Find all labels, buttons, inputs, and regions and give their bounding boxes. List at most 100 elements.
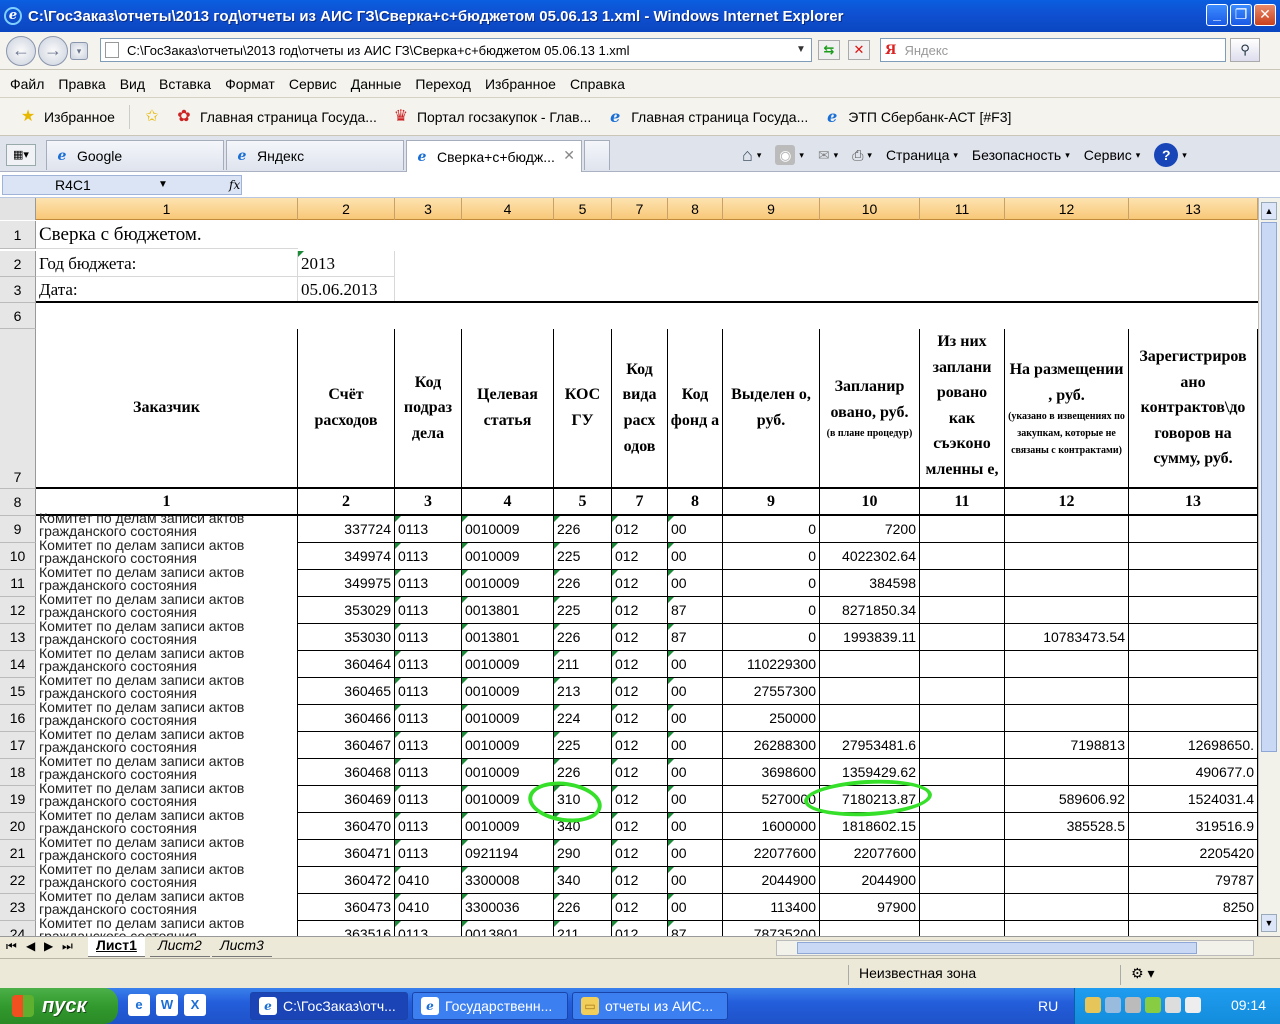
table-cell[interactable]: 226 (554, 624, 612, 651)
table-cell[interactable]: 0010009 (462, 705, 554, 732)
row-header[interactable]: 22 (0, 867, 36, 894)
date-label[interactable]: Дата: (36, 277, 298, 303)
table-cell[interactable] (920, 786, 1005, 813)
horizontal-scrollbar[interactable] (776, 940, 1254, 956)
table-cell[interactable]: 0113 (395, 651, 462, 678)
table-header-cell[interactable]: Выделен о, руб. (723, 329, 820, 489)
column-header[interactable]: 5 (554, 198, 612, 220)
network-icon[interactable] (1105, 997, 1121, 1013)
row-header[interactable]: 3 (0, 277, 36, 303)
table-cell[interactable]: 589606.92 (1005, 786, 1129, 813)
table-cell[interactable]: 353029 (298, 597, 395, 624)
table-cell[interactable]: 0113 (395, 732, 462, 759)
url-input[interactable]: C:\ГосЗаказ\отчеты\2013 год\отчеты из АИ… (100, 38, 812, 62)
table-cell[interactable]: 0113 (395, 678, 462, 705)
table-header-cell[interactable]: Счёт расходов (298, 329, 395, 489)
table-cell[interactable]: 22077600 (820, 840, 920, 867)
table-cell[interactable]: 360468 (298, 759, 395, 786)
table-cell[interactable] (1129, 921, 1258, 936)
stop-button[interactable]: ✕ (848, 40, 870, 60)
table-cell[interactable]: 00 (668, 840, 723, 867)
menu-data[interactable]: Данные (351, 76, 402, 92)
row-header[interactable]: 16 (0, 705, 36, 732)
budget-year-value[interactable]: 2013 (298, 251, 395, 277)
date-value[interactable]: 05.06.2013 (298, 277, 395, 303)
menu-tools[interactable]: Сервис (289, 76, 337, 92)
table-cell[interactable]: 226 (554, 516, 612, 543)
table-header-cell[interactable]: Код подраз дела (395, 329, 462, 489)
sheet-title[interactable]: Сверка с бюджетом. (36, 221, 298, 249)
table-cell[interactable] (1005, 840, 1129, 867)
table-cell[interactable] (1005, 651, 1129, 678)
table-cell[interactable]: 3300036 (462, 894, 554, 921)
table-cell[interactable] (1005, 759, 1129, 786)
row-header[interactable]: 15 (0, 678, 36, 705)
protected-mode-icon[interactable]: ⚙ ▾ (1120, 965, 1154, 985)
row-header[interactable]: 24 (0, 921, 36, 936)
table-cell[interactable]: 012 (612, 759, 668, 786)
table-header-cell[interactable]: На размещении , руб. (указано в извещения… (1005, 329, 1129, 489)
table-cell[interactable]: 0113 (395, 543, 462, 570)
table-cell[interactable]: 0113 (395, 516, 462, 543)
table-cell[interactable]: 7198813 (1005, 732, 1129, 759)
column-header[interactable]: 3 (395, 198, 462, 220)
table-cell[interactable] (1129, 705, 1258, 732)
table-cell[interactable] (1005, 921, 1129, 936)
table-cell[interactable]: 00 (668, 705, 723, 732)
table-cell[interactable]: 0 (723, 597, 820, 624)
table-cell[interactable]: 0410 (395, 867, 462, 894)
table-cell[interactable]: 012 (612, 813, 668, 840)
scroll-up-icon[interactable]: ▲ (1261, 202, 1277, 220)
table-cell[interactable] (920, 840, 1005, 867)
row-header[interactable]: 10 (0, 543, 36, 570)
url-dropdown-icon[interactable]: ▼ (792, 39, 810, 61)
table-cell[interactable]: 2044900 (723, 867, 820, 894)
help-button[interactable]: ? ▾ (1154, 143, 1187, 167)
table-cell[interactable]: 0113 (395, 597, 462, 624)
table-header-cell[interactable]: Целевая статья (462, 329, 554, 489)
table-cell[interactable]: 349974 (298, 543, 395, 570)
scroll-down-icon[interactable]: ▼ (1261, 914, 1277, 932)
table-header-cell[interactable]: Код фонд а (668, 329, 723, 489)
table-header-cell[interactable]: Из них заплани ровано как съэконо мленны… (920, 329, 1005, 489)
table-cell[interactable]: 225 (554, 597, 612, 624)
favorite-link-1[interactable]: ✿ Главная страница Госуда... (174, 107, 377, 127)
menu-file[interactable]: Файл (10, 76, 44, 92)
safety-menu[interactable]: Безопасность ▾ (972, 147, 1070, 163)
table-cell[interactable]: 1818602.15 (820, 813, 920, 840)
table-cell[interactable]: 340 (554, 867, 612, 894)
table-cell[interactable]: 8271850.34 (820, 597, 920, 624)
table-cell[interactable]: 360473 (298, 894, 395, 921)
table-cell[interactable]: 00 (668, 867, 723, 894)
row-header[interactable]: 20 (0, 813, 36, 840)
table-cell[interactable] (1005, 678, 1129, 705)
table-cell[interactable] (920, 813, 1005, 840)
table-cell[interactable] (1129, 651, 1258, 678)
table-cell[interactable]: 00 (668, 543, 723, 570)
column-header[interactable]: 9 (723, 198, 820, 220)
select-all-corner[interactable] (0, 198, 36, 220)
table-cell[interactable]: 0 (723, 543, 820, 570)
refresh-button[interactable]: ⇆ (818, 40, 840, 60)
table-cell[interactable]: 4022302.64 (820, 543, 920, 570)
table-cell[interactable] (1129, 516, 1258, 543)
table-cell[interactable]: 012 (612, 543, 668, 570)
table-cell[interactable]: 213 (554, 678, 612, 705)
table-cell[interactable]: 337724 (298, 516, 395, 543)
print-button[interactable]: ⎙ ▾ (852, 147, 872, 164)
sheet-tab-2[interactable]: Лист2 (150, 937, 210, 957)
table-cell[interactable]: 00 (668, 786, 723, 813)
row-header[interactable]: 17 (0, 732, 36, 759)
table-cell[interactable]: 360469 (298, 786, 395, 813)
table-cell[interactable]: 226 (554, 894, 612, 921)
row-header[interactable]: 8 (0, 489, 36, 516)
table-cell[interactable]: 012 (612, 786, 668, 813)
table-cell[interactable] (820, 678, 920, 705)
table-cell[interactable] (920, 732, 1005, 759)
table-cell[interactable] (920, 516, 1005, 543)
history-dropdown-button[interactable]: ▾ (70, 42, 88, 60)
table-cell[interactable]: 012 (612, 624, 668, 651)
shield-icon[interactable] (1085, 997, 1101, 1013)
table-cell[interactable]: 0113 (395, 624, 462, 651)
table-cell[interactable] (1005, 570, 1129, 597)
